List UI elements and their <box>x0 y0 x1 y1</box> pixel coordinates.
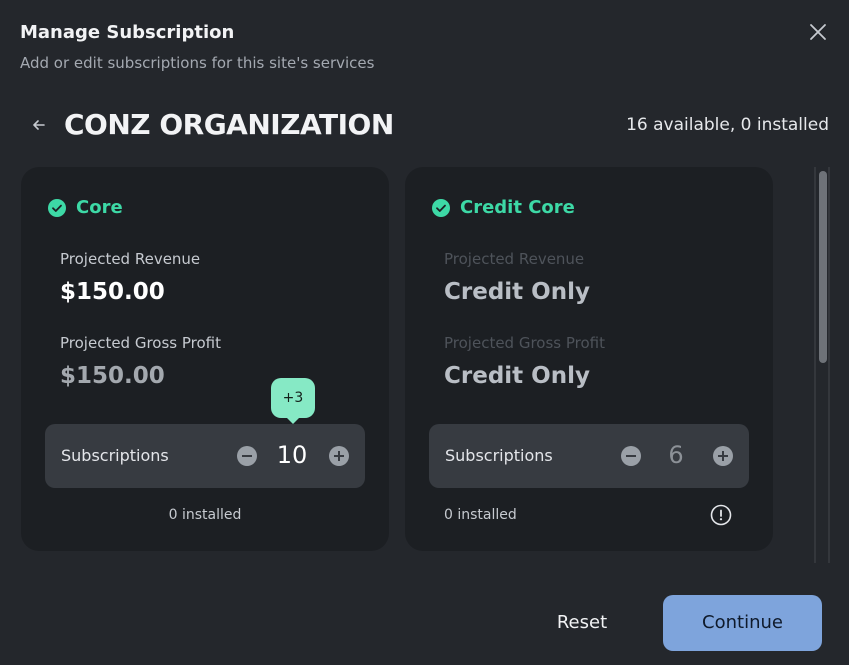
projected-revenue-label: Projected Revenue <box>60 250 201 268</box>
reset-button[interactable]: Reset <box>540 600 624 646</box>
minus-circle-icon[interactable] <box>621 446 641 466</box>
continue-button[interactable]: Continue <box>663 595 822 651</box>
card-header: Credit Core <box>431 197 575 218</box>
card-title: Credit Core <box>460 197 575 218</box>
dialog-title: Manage Subscription <box>20 22 235 43</box>
subscriptions-stepper: Subscriptions 6 <box>429 424 749 488</box>
arrow-left-icon <box>33 120 45 130</box>
plus-circle-icon[interactable] <box>329 446 349 466</box>
manage-subscription-dialog: Manage Subscription Add or edit subscrip… <box>0 0 849 665</box>
minus-circle-icon[interactable] <box>237 446 257 466</box>
close-icon <box>810 24 826 40</box>
subscription-card-core: Core Projected Revenue $150.00 Projected… <box>21 167 389 551</box>
projected-gross-profit-label: Projected Gross Profit <box>444 334 606 352</box>
subscription-card-credit-core: Credit Core Projected Revenue Credit Onl… <box>405 167 773 551</box>
card-header: Core <box>47 197 123 218</box>
projected-gross-profit-value: $150.00 <box>60 363 165 389</box>
info-circle-icon[interactable] <box>710 504 732 526</box>
projected-revenue-value: Credit Only <box>444 279 590 305</box>
check-circle-icon <box>48 198 66 217</box>
availability-summary: 16 available, 0 installed <box>626 115 829 135</box>
dialog-subtitle: Add or edit subscriptions for this site'… <box>20 54 375 72</box>
scrollbar-thumb[interactable] <box>819 171 827 363</box>
back-button[interactable] <box>27 112 51 136</box>
check-circle-icon <box>432 198 450 217</box>
subscriptions-label: Subscriptions <box>61 446 169 465</box>
installed-count: 0 installed <box>444 507 517 523</box>
subscriptions-quantity[interactable]: 10 <box>267 441 317 469</box>
projected-revenue-value: $150.00 <box>60 279 165 305</box>
projected-gross-profit-value: Credit Only <box>444 363 590 389</box>
subscriptions-quantity[interactable]: 6 <box>651 441 701 469</box>
subscriptions-stepper: Subscriptions 10 <box>45 424 365 488</box>
close-button[interactable] <box>806 20 830 44</box>
installed-count: 0 installed <box>168 507 242 523</box>
quantity-change-badge: +3 <box>271 378 315 424</box>
subscriptions-label: Subscriptions <box>445 446 553 465</box>
projected-gross-profit-label: Projected Gross Profit <box>60 334 222 352</box>
card-title: Core <box>76 197 123 218</box>
projected-revenue-label: Projected Revenue <box>444 250 585 268</box>
organization-title: CONZ ORGANIZATION <box>64 108 394 141</box>
plus-circle-icon[interactable] <box>713 446 733 466</box>
